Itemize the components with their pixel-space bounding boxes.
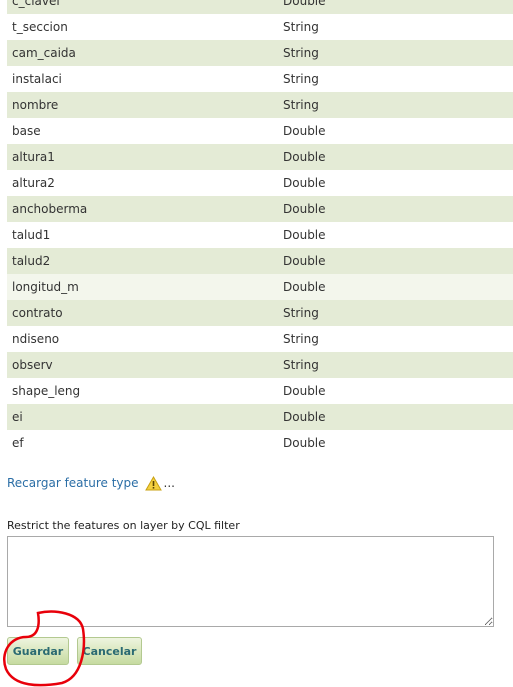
attribute-type: String <box>283 98 319 112</box>
attribute-type: String <box>283 358 319 372</box>
reload-feature-type[interactable]: Recargar feature type ... <box>7 474 175 492</box>
table-row: cam_caida String <box>7 40 513 66</box>
attribute-type: Double <box>283 254 326 268</box>
attribute-name: longitud_m <box>12 280 79 294</box>
cancel-button[interactable]: Cancelar <box>77 637 142 665</box>
attribute-name: ndiseno <box>12 332 60 346</box>
attribute-name: nombre <box>12 98 59 112</box>
warning-icon <box>144 475 162 490</box>
table-row: altura1 Double <box>7 144 513 170</box>
table-row: altura2 Double <box>7 170 513 196</box>
table-row: ndiseno String <box>7 326 513 352</box>
attribute-name: ei <box>12 410 23 424</box>
attribute-type: Double <box>283 0 326 8</box>
attribute-type: String <box>283 332 319 346</box>
table-row: base Double <box>7 118 513 144</box>
attribute-type: String <box>283 306 319 320</box>
table-row: ef Double <box>7 430 513 456</box>
cql-filter-label: Restrict the features on layer by CQL fi… <box>7 519 240 532</box>
attribute-type: Double <box>283 150 326 164</box>
reload-feature-type-link[interactable]: Recargar feature type <box>7 476 139 490</box>
attribute-type: Double <box>283 280 326 294</box>
table-row: longitud_m Double <box>7 274 513 300</box>
table-row: talud2 Double <box>7 248 513 274</box>
table-row: observ String <box>7 352 513 378</box>
attribute-type: Double <box>283 228 326 242</box>
attribute-type: String <box>283 20 319 34</box>
table-row: c_clavel Double <box>7 0 513 14</box>
table-row: ei Double <box>7 404 513 430</box>
attribute-name: altura1 <box>12 150 55 164</box>
attribute-name: c_clavel <box>12 0 60 8</box>
attribute-name: shape_leng <box>12 384 81 398</box>
table-row: instalaci String <box>7 66 513 92</box>
cql-filter-input[interactable] <box>7 536 494 627</box>
attribute-type: String <box>283 72 319 86</box>
attribute-type: String <box>283 46 319 60</box>
attribute-name: talud1 <box>12 228 51 242</box>
attribute-name: t_seccion <box>12 20 68 34</box>
table-row: contrato String <box>7 300 513 326</box>
attribute-name: base <box>12 124 41 138</box>
attribute-type: Double <box>283 124 326 138</box>
attribute-table: c_clavel Double t_seccion String cam_caida St… <box>7 0 513 456</box>
attribute-type: Double <box>283 202 326 216</box>
attribute-type: Double <box>283 384 326 398</box>
table-row: t_seccion String <box>7 14 513 40</box>
table-row: talud1 Double <box>7 222 513 248</box>
attribute-name: contrato <box>12 306 63 320</box>
table-row: shape_leng Double <box>7 378 513 404</box>
table-row: anchoberma Double <box>7 196 513 222</box>
attribute-name: cam_caida <box>12 46 76 60</box>
attribute-name: talud2 <box>12 254 51 268</box>
attribute-type: Double <box>283 410 326 424</box>
attribute-type: Double <box>283 176 326 190</box>
save-button[interactable]: Guardar <box>7 637 69 665</box>
reload-ellipsis: ... <box>163 476 175 490</box>
attribute-name: instalaci <box>12 72 62 86</box>
attribute-name: observ <box>12 358 53 372</box>
attribute-name: anchoberma <box>12 202 88 216</box>
table-row: nombre String <box>7 92 513 118</box>
attribute-type: Double <box>283 436 326 450</box>
attribute-name: altura2 <box>12 176 55 190</box>
attribute-name: ef <box>12 436 24 450</box>
